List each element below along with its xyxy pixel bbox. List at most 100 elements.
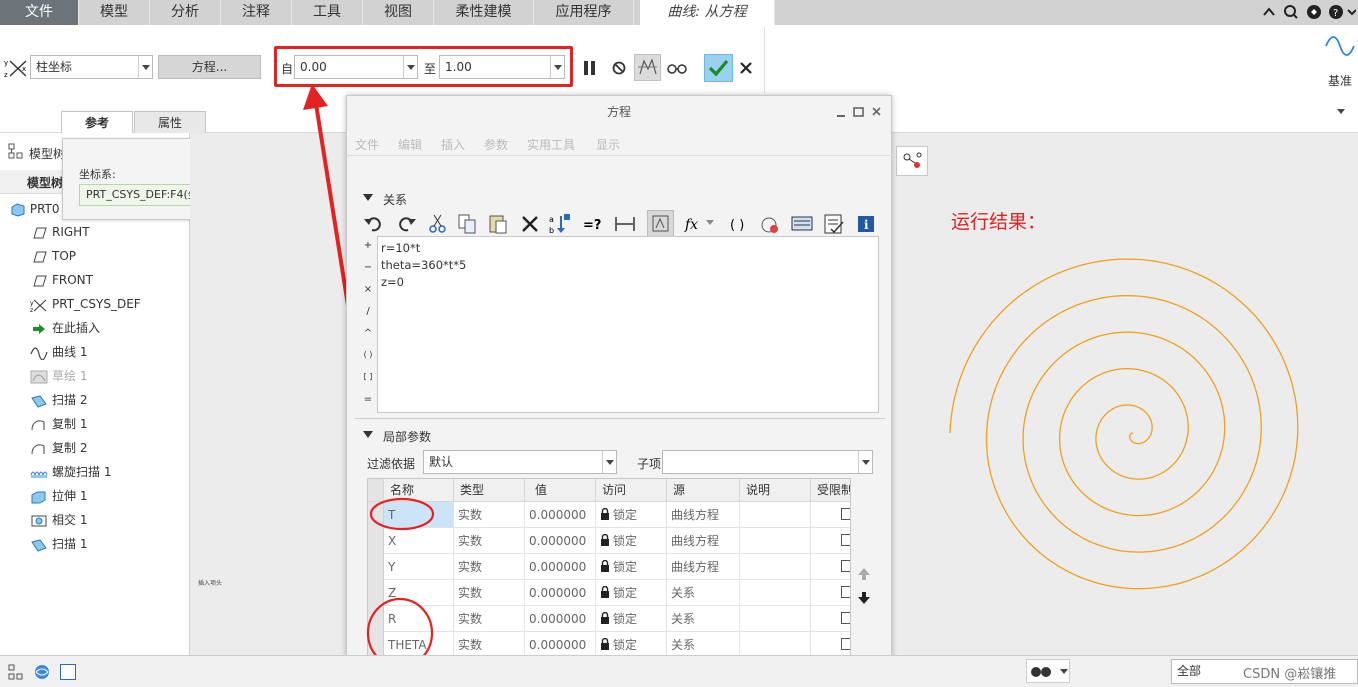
menu-show[interactable]: 显示 <box>596 136 620 153</box>
verify-preview-icon[interactable] <box>634 54 661 81</box>
confirm-check-button[interactable] <box>704 54 733 82</box>
table-cell-type[interactable]: 实数 <box>454 502 525 528</box>
tab-tools[interactable]: 工具 <box>292 0 363 25</box>
table-cell-source[interactable]: 曲线方程 <box>667 502 740 528</box>
tree-item-front[interactable]: FRONT <box>30 270 93 290</box>
tab-model[interactable]: 模型 <box>79 0 150 25</box>
table-cell-source[interactable]: 曲线方程 <box>667 554 740 580</box>
divide-operator[interactable]: / <box>362 306 374 317</box>
tree-item-sketch1[interactable]: 草绘 1 <box>30 366 87 386</box>
tab-applications[interactable]: 应用程序 <box>534 0 634 25</box>
table-cell-type[interactable]: 实数 <box>454 554 525 580</box>
tab-file[interactable]: 文件 <box>0 0 79 25</box>
table-cell-restricted[interactable] <box>811 528 850 554</box>
collapse-triangle-icon[interactable] <box>363 431 373 439</box>
measure-icon[interactable] <box>614 213 636 235</box>
table-cell-description[interactable] <box>740 502 811 528</box>
tree-item-insert-here[interactable]: 在此插入 <box>30 318 100 338</box>
plus-operator[interactable]: + <box>362 240 374 251</box>
sensitivity-icon[interactable] <box>759 213 781 235</box>
table-cell-type[interactable]: 实数 <box>454 606 525 632</box>
view-tool-icon[interactable] <box>896 146 928 176</box>
restricted-checkbox[interactable] <box>841 534 850 546</box>
restricted-checkbox[interactable] <box>841 586 850 598</box>
tree-item-copy1[interactable]: 复制 1 <box>30 414 87 434</box>
tree-item-right[interactable]: RIGHT <box>30 222 90 242</box>
equals-operator[interactable]: = <box>362 394 374 405</box>
tree-item-extrude1[interactable]: 拉伸 1 <box>30 486 87 506</box>
parentheses-operator[interactable]: ( ) <box>362 350 374 359</box>
col-description[interactable]: 说明 <box>740 479 811 502</box>
tab-references[interactable]: 参考 <box>61 111 133 134</box>
tree-item-curve1[interactable]: 曲线 1 <box>30 342 87 362</box>
tree-item-copy2[interactable]: 复制 2 <box>30 438 87 458</box>
cut-icon[interactable] <box>427 213 449 235</box>
chevron-down-icon[interactable] <box>1336 108 1346 116</box>
subitem-select[interactable] <box>662 450 873 474</box>
table-cell-value[interactable]: 0.000000 <box>525 580 596 606</box>
tab-flexible-modeling[interactable]: 柔性建模 <box>434 0 534 25</box>
show-dimensions-icon[interactable] <box>647 210 674 237</box>
move-up-icon[interactable] <box>856 566 872 582</box>
brackets-operator[interactable]: [ ] <box>362 372 374 381</box>
table-cell-description[interactable] <box>740 554 811 580</box>
table-cell-access[interactable]: 锁定 <box>596 502 667 528</box>
sort-relations-icon[interactable]: ab <box>549 213 571 235</box>
power-operator[interactable]: ^ <box>362 328 374 339</box>
restricted-checkbox[interactable] <box>841 612 850 624</box>
tab-annotate[interactable]: 注释 <box>221 0 292 25</box>
table-cell-access[interactable]: 锁定 <box>596 528 667 554</box>
move-down-icon[interactable] <box>856 590 872 606</box>
to-value-input[interactable]: 1.00 <box>439 55 565 79</box>
menu-file[interactable]: 文件 <box>355 136 379 153</box>
multiply-operator[interactable]: × <box>362 284 374 295</box>
restricted-checkbox[interactable] <box>841 560 850 572</box>
dialog-window-controls[interactable] <box>835 105 885 119</box>
minus-operator[interactable]: − <box>362 262 374 273</box>
relations-editor[interactable]: r=10*t theta=360*t*5 z=0 <box>377 236 879 413</box>
function-fx-icon[interactable]: fx <box>683 213 705 235</box>
table-cell-description[interactable] <box>740 528 811 554</box>
table-cell-value[interactable]: 0.000000 <box>525 528 596 554</box>
tab-properties[interactable]: 属性 <box>134 111 206 134</box>
find-binoculars-icon[interactable] <box>1026 659 1070 683</box>
table-cell-access[interactable]: 锁定 <box>596 554 667 580</box>
no-preview-icon[interactable] <box>609 58 629 78</box>
table-cell-source[interactable]: 关系 <box>667 606 740 632</box>
table-cell-value[interactable]: 0.000000 <box>525 554 596 580</box>
restricted-checkbox[interactable] <box>841 508 850 520</box>
menu-edit[interactable]: 编辑 <box>398 136 422 153</box>
copy-icon[interactable] <box>457 213 479 235</box>
menu-parameters[interactable]: 参数 <box>484 136 508 153</box>
table-cell-restricted[interactable] <box>811 502 850 528</box>
col-restricted[interactable]: 受限制 <box>811 479 850 502</box>
coord-type-select[interactable]: 柱坐标 <box>30 55 153 79</box>
glasses-icon[interactable] <box>666 58 688 78</box>
menu-utilities[interactable]: 实用工具 <box>527 136 575 153</box>
undo-icon[interactable] <box>363 213 385 235</box>
table-cell-description[interactable] <box>740 580 811 606</box>
from-value-input[interactable]: 0.00 <box>294 55 418 79</box>
table-cell-restricted[interactable] <box>811 580 850 606</box>
col-source[interactable]: 源 <box>667 479 740 502</box>
col-access[interactable]: 访问 <box>596 479 667 502</box>
cancel-x-icon[interactable] <box>738 60 754 76</box>
table-cell-description[interactable] <box>740 606 811 632</box>
table-cell-source[interactable]: 曲线方程 <box>667 528 740 554</box>
tree-root[interactable]: PRT0 <box>10 199 60 219</box>
datum-curve-icon[interactable] <box>1324 31 1356 61</box>
tab-view[interactable]: 视图 <box>363 0 434 25</box>
tree-item-sweep2[interactable]: 扫描 2 <box>30 390 87 410</box>
tree-item-sweep1[interactable]: 扫描 1 <box>30 534 87 554</box>
table-cell-restricted[interactable] <box>811 606 850 632</box>
parentheses-icon[interactable]: ( ) <box>727 213 749 235</box>
table-cell-value[interactable]: 0.000000 <box>525 502 596 528</box>
paste-icon[interactable] <box>487 213 509 235</box>
collapse-triangle-icon[interactable] <box>363 194 373 202</box>
redo-icon[interactable] <box>395 213 417 235</box>
tree-item-intersect1[interactable]: 相交 1 <box>30 510 87 530</box>
layout-icon[interactable] <box>8 664 24 680</box>
col-value[interactable]: 值 <box>525 479 596 502</box>
fullscreen-icon[interactable] <box>60 664 76 680</box>
display-icon[interactable] <box>791 213 813 235</box>
